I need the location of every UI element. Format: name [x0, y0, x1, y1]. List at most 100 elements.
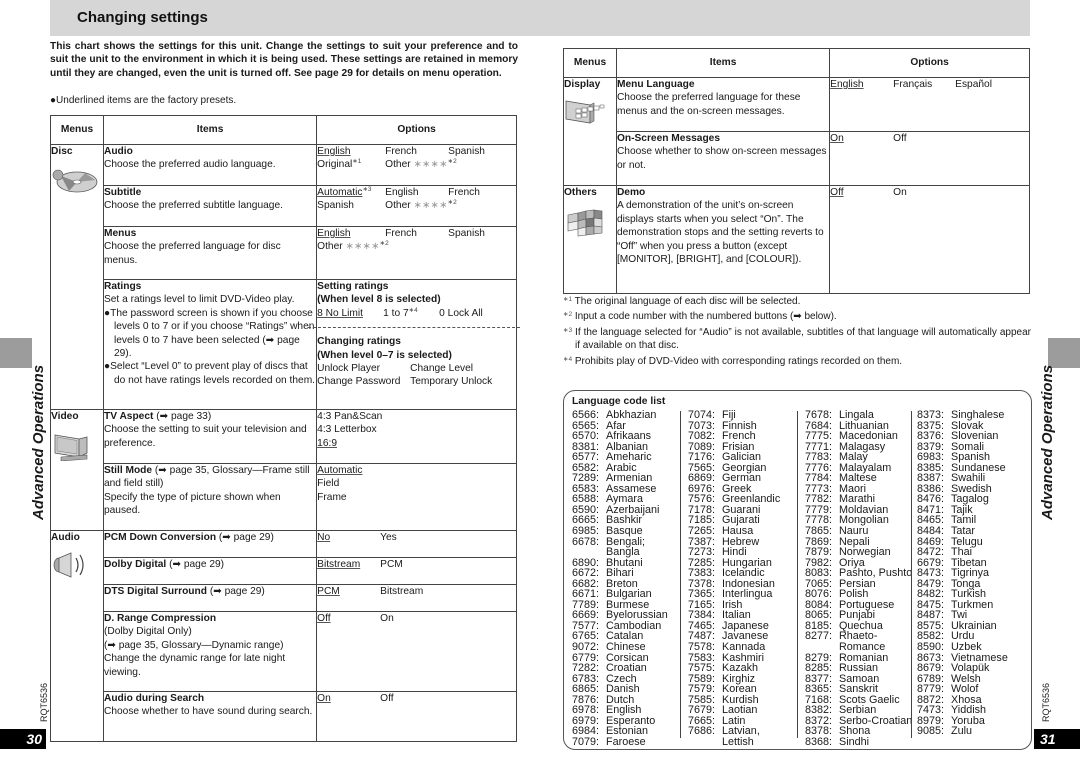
option[interactable]: Yes: [380, 531, 397, 544]
footnote: ∗2 Input a code number with the numbered…: [563, 308, 1031, 323]
menu-label: Audio: [51, 532, 80, 543]
option[interactable]: Off: [893, 132, 906, 145]
option[interactable]: Spanish: [317, 199, 385, 212]
option-default[interactable]: English: [317, 228, 350, 239]
item-dts-digital-surround: DTS Digital Surround (➡ page 29): [102, 584, 318, 612]
item-desc: Choose the preferred language for these …: [616, 92, 801, 117]
option-default[interactable]: Automatic: [317, 187, 362, 198]
option[interactable]: On: [380, 612, 394, 625]
option[interactable]: PCM: [380, 558, 403, 571]
option[interactable]: French: [385, 145, 448, 158]
option[interactable]: 4:3 Letterbox: [317, 423, 516, 436]
option-default[interactable]: English: [317, 146, 350, 157]
options-audio-search: On Off: [316, 691, 517, 742]
option[interactable]: Spanish: [448, 145, 485, 158]
options-drc: Off On: [316, 611, 517, 692]
language-name: Romance: [839, 641, 886, 654]
table-row: On-Screen Messages Choose whether to sho…: [564, 131, 1030, 186]
item-desc: Change the dynamic range for late night …: [103, 653, 286, 678]
option-default[interactable]: No: [317, 532, 330, 543]
language-entry: 9085: Zulu: [917, 726, 1008, 737]
language-column: 7074: Fiji 7073: Finnish 7082: French 7089: Fri…: [688, 410, 780, 748]
option-default[interactable]: 16:9: [317, 438, 337, 449]
language-code: 7079:: [572, 735, 600, 748]
option[interactable]: 0 Lock All: [439, 307, 483, 320]
language-name: Sindhi: [839, 735, 870, 748]
item-audio-during-search: Audio during Search Choose whether to ha…: [102, 691, 318, 742]
menu-audio: Audio: [50, 530, 104, 742]
item-desc: A demonstration of the unit’s on-screen …: [616, 200, 824, 266]
option-default[interactable]: Off: [830, 187, 843, 198]
footnote-ref: ∗3: [362, 186, 372, 193]
language-code: 8590:: [917, 641, 945, 654]
language-code: 7686:: [688, 725, 716, 738]
option[interactable]: Other: [385, 158, 410, 171]
table-row: Ratings Set a ratings level to limit DVD…: [51, 279, 520, 410]
option-default[interactable]: Bitstream: [317, 559, 360, 570]
language-code: 7578:: [688, 641, 716, 654]
item-demo: Demo A demonstration of the unit’s on-sc…: [615, 185, 831, 294]
item-desc: Choose whether to have sound during sear…: [103, 706, 313, 718]
option[interactable]: Original: [317, 158, 352, 171]
option[interactable]: Change Level: [410, 362, 473, 375]
column-divider: [680, 411, 681, 738]
option[interactable]: Spanish: [448, 227, 485, 240]
option[interactable]: Bitstream: [380, 585, 423, 598]
page-ref: (➡ page 29): [166, 559, 225, 570]
option[interactable]: Field: [317, 477, 516, 490]
option[interactable]: Other: [385, 199, 410, 212]
option[interactable]: Other: [317, 240, 342, 253]
item-audio: Audio Choose the preferred audio languag…: [102, 144, 318, 186]
doc-code-left: RQT6536: [39, 682, 49, 722]
language-name: Tatar: [951, 525, 976, 538]
options-audio: English French Spanish Original∗1 Other …: [316, 144, 517, 186]
option[interactable]: Français: [893, 78, 955, 91]
option[interactable]: On: [893, 186, 907, 199]
language-name: Lingala: [839, 409, 874, 421]
language-entry: 8484: Tatar: [917, 526, 1008, 537]
option-default[interactable]: PCM: [317, 586, 340, 597]
option[interactable]: 1 to 7: [383, 307, 409, 320]
item-title: D. Range Compression: [103, 613, 217, 624]
option[interactable]: Unlock Player: [317, 362, 410, 375]
option-default[interactable]: Off: [317, 613, 330, 624]
options-still-mode: Automatic Field Frame: [316, 463, 517, 531]
option[interactable]: English: [385, 186, 448, 199]
options-pcm: No Yes: [316, 530, 517, 558]
item-ratings: Ratings Set a ratings level to limit DVD…: [102, 279, 318, 410]
option[interactable]: French: [385, 227, 448, 240]
options-menus: English French Spanish Other ∗∗∗∗∗2: [316, 226, 517, 280]
option[interactable]: French: [448, 186, 480, 199]
option[interactable]: Frame: [317, 491, 516, 504]
table-row: D. Range Compression (Dolby Digital Only…: [51, 611, 517, 692]
table-row: Video TV Aspect (➡ page 33) Choose the s…: [50, 409, 517, 531]
item-desc: Specify the type of picture shown when p…: [103, 491, 281, 517]
item-still-mode: Still Mode (➡ page 35, Glossary—Frame st…: [102, 463, 318, 531]
header-items: Items: [615, 48, 831, 78]
footnote: ∗3 If the language selected for “Audio” …: [563, 324, 1031, 353]
options-menu-language: English Français Español: [829, 77, 1030, 132]
option-default[interactable]: English: [830, 79, 863, 90]
option[interactable]: Español: [955, 78, 992, 91]
item-title: DTS Digital Surround: [103, 586, 207, 597]
language-code-list: Language code list 6566: Abkhazian 6565: Af…: [563, 390, 1032, 750]
page-number-left: 30: [0, 729, 46, 749]
language-code: 7865:: [805, 525, 833, 538]
option-default[interactable]: On: [317, 693, 331, 704]
option[interactable]: Temporary Unlock: [410, 375, 492, 388]
item-title: Still Mode: [103, 465, 153, 476]
language-entry: 6985: Basque: [572, 526, 668, 537]
table-row: Audio PCM Down Conversion (➡ page 29) No…: [50, 530, 517, 742]
language-code: 9085:: [917, 725, 945, 738]
option[interactable]: Off: [380, 692, 393, 705]
option-default[interactable]: Automatic: [317, 465, 362, 476]
table-row: Dolby Digital (➡ page 29) Bitstream PCM: [51, 557, 517, 585]
option-default[interactable]: 8 No Limit: [317, 308, 363, 319]
language-entry: 7265: Hausa: [688, 526, 780, 537]
option[interactable]: 4:3 Pan&Scan: [317, 410, 516, 423]
table-row: Subtitle Choose the preferred subtitle l…: [51, 185, 517, 227]
option[interactable]: Change Password: [317, 375, 410, 388]
column-divider: [797, 411, 798, 738]
dashed-divider: [308, 327, 520, 329]
option-default[interactable]: On: [830, 133, 844, 144]
